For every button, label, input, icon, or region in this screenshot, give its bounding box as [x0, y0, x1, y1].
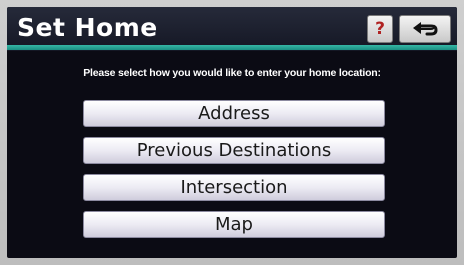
- nav-screen: Set Home ? Please select how you would l…: [7, 7, 457, 258]
- map-button[interactable]: Map: [83, 211, 385, 238]
- page-title: Set Home: [17, 13, 158, 42]
- address-button[interactable]: Address: [83, 100, 385, 127]
- option-menu: Address Previous Destinations Intersecti…: [83, 100, 385, 238]
- back-arrow-icon: [413, 22, 438, 36]
- header-accent-bar: [7, 45, 457, 50]
- previous-destinations-button[interactable]: Previous Destinations: [83, 137, 385, 164]
- device-bezel: Set Home ? Please select how you would l…: [0, 0, 464, 265]
- intersection-button[interactable]: Intersection: [83, 174, 385, 201]
- help-icon: ?: [375, 19, 385, 39]
- back-button[interactable]: [399, 15, 451, 43]
- help-button[interactable]: ?: [367, 15, 393, 43]
- header-bar: Set Home ?: [7, 7, 457, 51]
- instruction-text: Please select how you would like to ente…: [83, 67, 381, 79]
